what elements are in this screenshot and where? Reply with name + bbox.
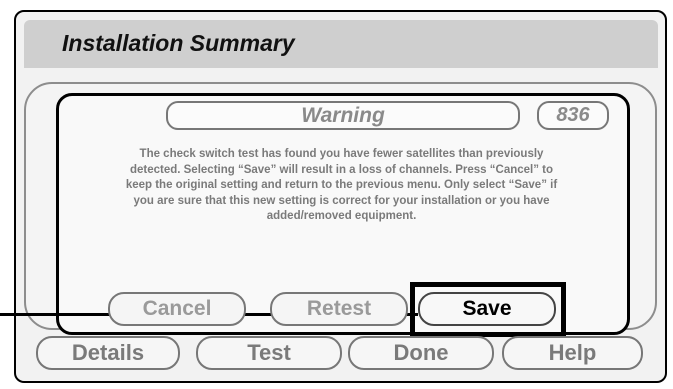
cancel-button[interactable]: Cancel — [108, 292, 246, 326]
done-button[interactable]: Done — [348, 336, 494, 370]
header-bar: Installation Summary — [24, 20, 658, 68]
warning-code-box: 836 — [537, 101, 609, 130]
retest-button[interactable]: Retest — [270, 292, 408, 326]
save-button-highlight — [410, 282, 566, 337]
page-title: Installation Summary — [62, 30, 295, 56]
help-button[interactable]: Help — [502, 336, 643, 370]
warning-title-box: Warning — [166, 101, 520, 130]
details-button[interactable]: Details — [36, 336, 180, 370]
warning-message: The check switch test has found you have… — [125, 148, 558, 223]
test-button[interactable]: Test — [196, 336, 342, 370]
